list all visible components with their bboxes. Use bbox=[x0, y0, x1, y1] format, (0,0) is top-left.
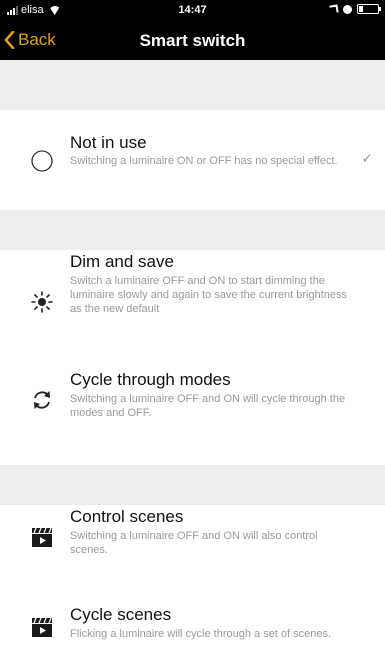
option-control-scenes[interactable]: Control scenes Switching a luminaire OFF… bbox=[0, 505, 385, 585]
status-right bbox=[329, 4, 381, 14]
battery-icon bbox=[357, 4, 381, 14]
option-description: Flicking a luminaire will cycle through … bbox=[70, 628, 332, 640]
checkmark-icon: ✓ bbox=[361, 150, 373, 166]
scene-clapper-icon bbox=[30, 525, 54, 549]
navigation-bar: Back Smart switch bbox=[0, 20, 385, 60]
scene-clapper-icon bbox=[30, 615, 54, 639]
cycle-icon bbox=[30, 388, 54, 412]
option-title: Dim and save bbox=[70, 252, 174, 271]
option-cycle-scenes[interactable]: Cycle scenes Flicking a luminaire will c… bbox=[0, 585, 385, 657]
option-description: Switch a luminaire OFF and ON to start d… bbox=[70, 275, 347, 315]
option-description: Switching a luminaire ON or OFF has no s… bbox=[70, 155, 338, 167]
option-dim-and-save[interactable]: Dim and save Switch a luminaire OFF and … bbox=[0, 250, 385, 360]
option-description: Switching a luminaire OFF and ON will cy… bbox=[70, 393, 346, 419]
status-bar: elisa 14:47 bbox=[0, 0, 385, 20]
alarm-icon bbox=[343, 4, 352, 14]
option-title: Control scenes bbox=[70, 507, 184, 526]
option-title: Not in use bbox=[70, 133, 147, 152]
location-icon bbox=[329, 4, 339, 14]
option-description: Switching a luminaire OFF and ON will al… bbox=[70, 530, 318, 556]
page-title: Smart switch bbox=[139, 31, 246, 50]
section-separator bbox=[0, 465, 385, 505]
status-time: 14:47 bbox=[178, 4, 207, 16]
section-separator bbox=[0, 210, 385, 250]
circle-icon bbox=[30, 149, 54, 173]
option-title: Cycle scenes bbox=[70, 605, 172, 624]
option-not-in-use[interactable]: Not in use Switching a luminaire ON or O… bbox=[0, 110, 385, 210]
option-cycle-through-modes[interactable]: Cycle through modes Switching a luminair… bbox=[0, 360, 385, 465]
option-title: Cycle through modes bbox=[70, 370, 231, 389]
section-separator bbox=[0, 60, 385, 110]
brightness-icon bbox=[30, 290, 54, 314]
